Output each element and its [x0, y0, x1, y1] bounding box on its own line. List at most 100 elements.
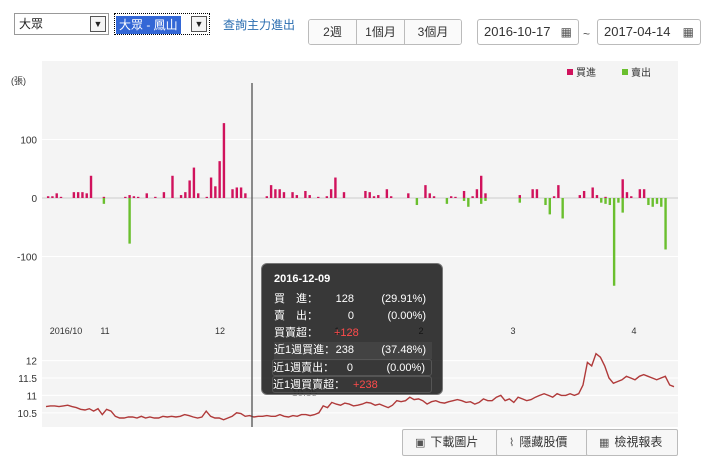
tooltip-value: 128 [335, 293, 354, 305]
buy-bar [205, 196, 208, 198]
buy-bar [128, 195, 131, 198]
sell-bar [462, 198, 466, 201]
sell-bar [655, 198, 659, 204]
sell-bar [604, 198, 607, 204]
buy-bar [308, 195, 311, 198]
buy-bar [46, 196, 50, 198]
sell-bar [617, 198, 620, 203]
start-date-input[interactable]: 2016-10-17 ▦ [477, 19, 579, 45]
legend-sell-label: 賣出 [631, 66, 651, 79]
buy-bar [197, 193, 200, 198]
buy-bar [209, 177, 213, 198]
buy-bar [145, 193, 148, 198]
sell-bar [621, 198, 624, 213]
buy-bar [591, 187, 594, 198]
tooltip-label: 買賣超： [274, 327, 318, 339]
query-major-trades-link[interactable]: 查詢主力進出 [223, 16, 295, 33]
buy-bar [518, 195, 521, 198]
buy-bar [124, 196, 127, 198]
price-y-tick-label: 10.5 [18, 409, 38, 420]
bar-y-axis-label: (張) [11, 76, 26, 86]
hide-price-button[interactable]: ⌇ 隱藏股價 [496, 429, 588, 456]
tooltip-row-net: 買賣超： +128 [274, 325, 432, 342]
buy-bar [235, 187, 239, 198]
tooltip-row-sell: 賣 出： 0 (0.00%) [274, 308, 432, 325]
sell-bar [445, 198, 449, 204]
download-image-button[interactable]: ▣ 下載圖片 [402, 429, 500, 456]
buy-bar [407, 193, 410, 198]
buy-bar [102, 196, 106, 198]
buy-bar [642, 189, 646, 198]
buy-bar [432, 196, 436, 198]
x-tick-label: 11 [100, 326, 109, 336]
sell-bar [647, 198, 650, 206]
tooltip-percent: (29.91%) [381, 293, 426, 305]
buy-bar [428, 193, 431, 198]
bar-y-tick-label: 100 [20, 136, 37, 147]
tooltip-label: 近1週賣出： [273, 362, 335, 374]
buy-bar [377, 195, 380, 198]
calendar-icon[interactable]: ▦ [561, 20, 572, 44]
buy-bar [471, 196, 474, 198]
date-range-separator: ~ [583, 27, 591, 41]
buy-bar [449, 196, 453, 198]
chevron-down-icon: ▼ [191, 16, 207, 32]
buy-bar [171, 175, 174, 198]
tooltip-label: 賣 出： [274, 310, 318, 322]
buy-bar [274, 189, 277, 198]
broker-select[interactable]: 大眾 ▼ [14, 13, 109, 35]
buy-bar [72, 192, 76, 198]
end-date-input[interactable]: 2017-04-14 ▦ [597, 19, 701, 45]
tooltip-row-week-net: 近1週買賣超： +238 [272, 376, 432, 393]
buy-bar [89, 175, 93, 198]
buy-bar [265, 196, 269, 198]
buy-bar [454, 196, 457, 198]
tooltip-percent: (0.00%) [386, 362, 425, 374]
download-image-label: 下載圖片 [430, 435, 479, 449]
range-3-months-button[interactable]: 3個月 [405, 20, 461, 44]
buy-bar [85, 193, 88, 198]
buy-bar [329, 189, 333, 198]
end-date-value: 2017-04-14 [604, 24, 671, 39]
buy-bar [364, 190, 367, 198]
buy-bar [535, 189, 539, 198]
buy-bar [291, 192, 294, 198]
price-y-tick-label: 11.5 [18, 374, 37, 385]
buy-bar [269, 185, 273, 198]
range-1-month-button[interactable]: 1個月 [357, 20, 405, 44]
price-y-tick-label: 12 [26, 357, 38, 368]
sell-bar [651, 198, 654, 207]
buy-bar [81, 192, 84, 198]
buy-bar [475, 189, 479, 198]
sell-bar [518, 198, 521, 203]
tooltip-row-week-sell: 近1週賣出： 0 (0.00%) [272, 359, 432, 376]
buy-bar [325, 196, 329, 198]
line-chart-icon: ⌇ [509, 437, 515, 449]
sell-bar [415, 198, 419, 206]
buy-bar [278, 189, 281, 198]
buy-bar [578, 195, 582, 198]
buy-bar [136, 196, 140, 198]
chevron-down-icon: ▼ [90, 16, 106, 32]
sell-bar [479, 198, 483, 204]
sell-bar [128, 198, 131, 244]
branch-select[interactable]: 大眾 - 鳳山 ▼ [114, 13, 210, 35]
buy-bar [334, 177, 337, 198]
buy-bar [342, 192, 346, 198]
bar-y-tick-label: -100 [17, 253, 37, 264]
range-2-weeks-button[interactable]: 2週 [309, 20, 357, 44]
buy-bar [557, 185, 560, 198]
legend-buy-label: 買進 [576, 67, 596, 79]
legend-sell-swatch [622, 69, 628, 75]
tooltip-value: 0 [347, 310, 354, 322]
view-report-label: 檢視報表 [614, 435, 663, 449]
view-report-button[interactable]: ▦ 檢視報表 [586, 429, 678, 456]
calendar-icon[interactable]: ▦ [683, 20, 694, 44]
buy-bar [218, 161, 221, 198]
buy-bar [76, 192, 80, 198]
buy-bar [55, 193, 58, 198]
buy-bar [595, 195, 599, 198]
tooltip-row-buy: 買 進： 128 (29.91%) [274, 291, 432, 308]
range-button-group: 2週 1個月 3個月 [308, 19, 462, 45]
buy-bar [192, 167, 196, 198]
